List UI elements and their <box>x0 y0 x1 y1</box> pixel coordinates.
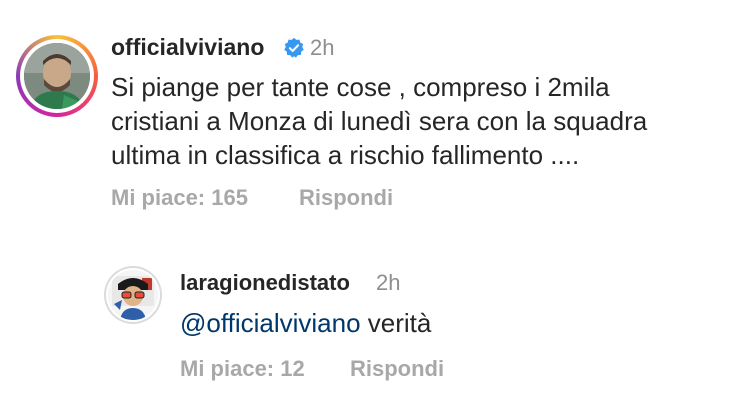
reply-likes-count[interactable]: Mi piace: 12 <box>180 356 305 382</box>
comment-text-line: Si piange per tante cose , compreso i 2m… <box>111 72 610 102</box>
comment-username[interactable]: officialviviano <box>111 34 264 61</box>
comment-time: 2h <box>310 35 335 60</box>
avatar[interactable] <box>24 43 90 109</box>
reply-text-content: verità <box>360 308 432 338</box>
comment-text: Si piange per tante cose , compreso i 2m… <box>111 70 647 172</box>
avatar-photo-icon <box>24 43 90 109</box>
reply-time: 2h <box>376 270 401 295</box>
reply-button[interactable]: Rispondi <box>299 185 393 211</box>
reply-avatar[interactable] <box>108 270 158 320</box>
avatar-illustration-icon <box>108 270 158 320</box>
verified-badge-icon <box>283 37 305 64</box>
reply-reply-button[interactable]: Rispondi <box>350 356 444 382</box>
comment-text-line: cristiani a Monza di lunedì sera con la … <box>111 106 648 136</box>
comment-text-line: ultima in classifica a rischio falliment… <box>111 140 580 170</box>
likes-count[interactable]: Mi piace: 165 <box>111 185 248 211</box>
mention-link[interactable]: @officialviviano <box>180 308 361 338</box>
reply-username[interactable]: laragionedistato <box>180 270 350 296</box>
reply-text: @officialviviano verità <box>180 306 431 340</box>
